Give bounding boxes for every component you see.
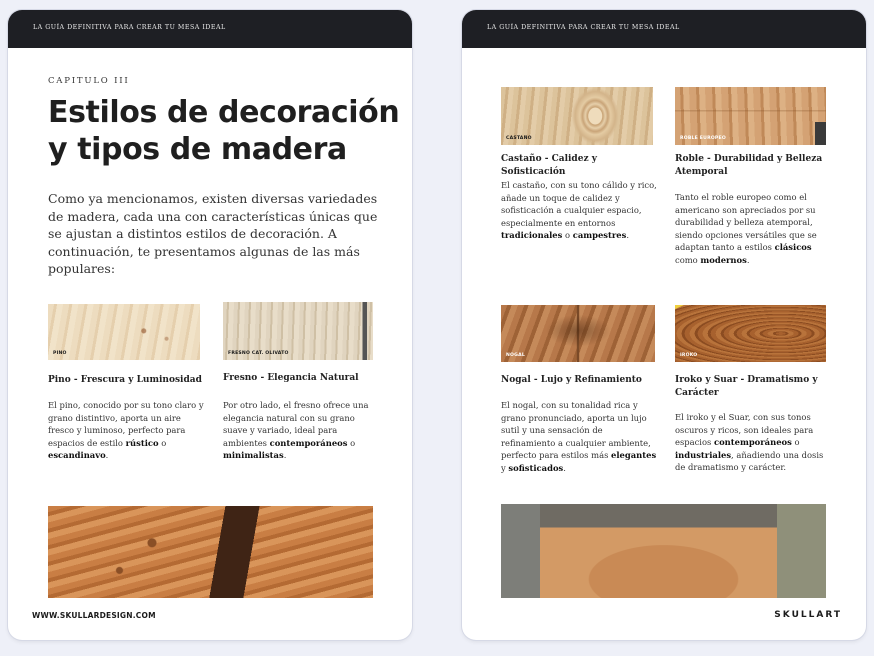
fresno-wood-image: FRESNO CAT. OLIVATO bbox=[223, 302, 373, 360]
card-description: El pino, conocido por su tono claro y gr… bbox=[48, 400, 204, 461]
intro-paragraph: Como ya mencionamos, existen diversas va… bbox=[48, 191, 378, 276]
card-title: Castaño - Calidez y Sofisticación bbox=[501, 154, 597, 177]
chapter-label: CAPITULO III bbox=[48, 76, 130, 86]
left-page: LA GUÍA DEFINITIVA PARA CREAR TU MESA ID… bbox=[8, 10, 412, 640]
image-label: ROBLE EUROPEO bbox=[680, 136, 726, 141]
iroko-wood-image: IROKO bbox=[675, 305, 826, 362]
card-description: El castaño, con su tono cálido y rico, a… bbox=[501, 180, 657, 241]
page-header: LA GUÍA DEFINITIVA PARA CREAR TU MESA ID… bbox=[462, 10, 866, 48]
pino-wood-image: PINO bbox=[48, 304, 200, 360]
card-title: Roble - Durabilidad y Belleza Atemporal bbox=[675, 154, 823, 177]
page-title: Estilos de decoración y tipos de madera bbox=[48, 95, 400, 167]
image-label: FRESNO CAT. OLIVATO bbox=[228, 351, 289, 356]
wood-table-image bbox=[48, 506, 373, 598]
card-description: Por otro lado, el fresno ofrece una eleg… bbox=[223, 400, 369, 461]
page-header: LA GUÍA DEFINITIVA PARA CREAR TU MESA ID… bbox=[8, 10, 412, 48]
nogal-wood-image: NOGAL bbox=[501, 305, 655, 362]
right-page: LA GUÍA DEFINITIVA PARA CREAR TU MESA ID… bbox=[462, 10, 866, 640]
roble-wood-image: ROBLE EUROPEO bbox=[675, 87, 826, 145]
image-label: NOGAL bbox=[506, 353, 526, 358]
card-title: Pino - Frescura y Luminosidad bbox=[48, 375, 202, 385]
image-label: IROKO bbox=[680, 353, 698, 358]
card-title: Iroko y Suar - Dramatismo y Carácter bbox=[675, 375, 818, 398]
castano-wood-image: CASTAÑO bbox=[501, 87, 653, 145]
card-description: El iroko y el Suar, con sus tonos oscuro… bbox=[675, 412, 824, 473]
brand-footer: SKULLART bbox=[774, 610, 842, 620]
image-label: PINO bbox=[53, 351, 67, 356]
card-title: Nogal - Lujo y Refinamiento bbox=[501, 375, 642, 385]
image-shadow bbox=[815, 121, 826, 145]
website-footer: WWW.SKULLARDESIGN.COM bbox=[32, 611, 156, 620]
card-title: Fresno - Elegancia Natural bbox=[223, 373, 359, 383]
image-label: CASTAÑO bbox=[506, 136, 532, 141]
card-description: El nogal, con su tonalidad rica y grano … bbox=[501, 400, 657, 473]
wood-table-legs-image bbox=[501, 504, 826, 598]
card-description: Tanto el roble europeo como el americano… bbox=[675, 192, 817, 265]
